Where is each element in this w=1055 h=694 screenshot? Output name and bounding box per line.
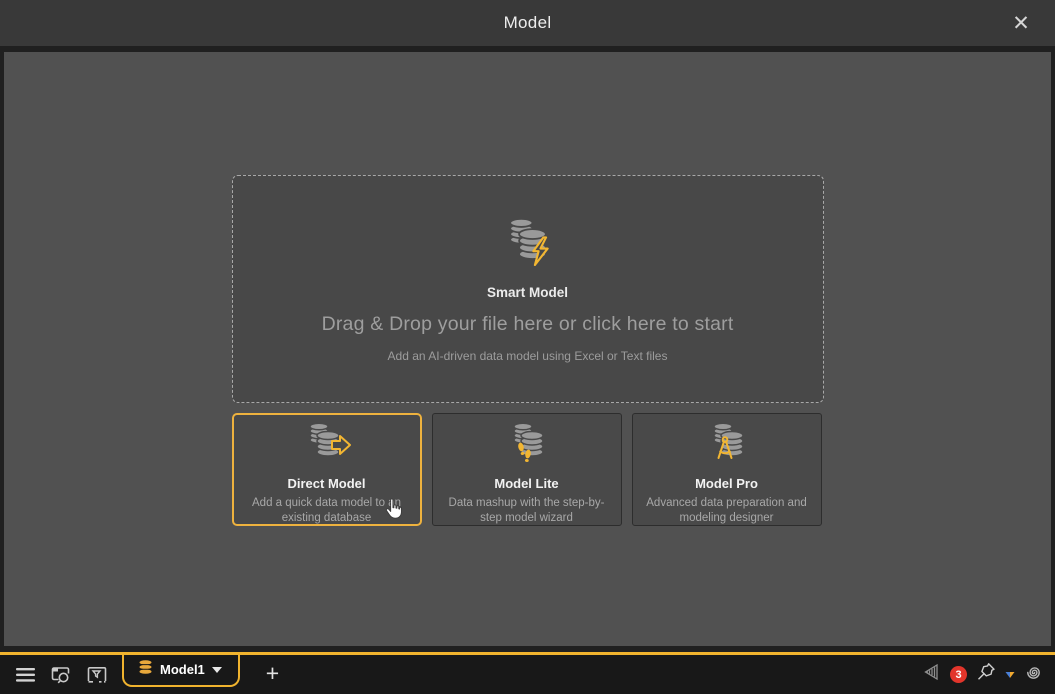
card-model-pro[interactable]: Model Pro Advanced data preparation and … bbox=[632, 413, 822, 526]
tab-model1[interactable]: Model1 bbox=[122, 655, 240, 687]
card-model-lite[interactable]: Model Lite Data mashup with the step-by-… bbox=[432, 413, 622, 526]
card-description: Add a quick data model to an existing da… bbox=[246, 496, 408, 526]
smart-model-title: Smart Model bbox=[487, 285, 568, 300]
smart-model-dropzone[interactable]: Smart Model Drag & Drop your file here o… bbox=[232, 175, 824, 403]
hatched-triangle-icon[interactable] bbox=[921, 662, 941, 687]
database-icon bbox=[138, 660, 153, 679]
notification-badge[interactable]: 3 bbox=[950, 666, 967, 683]
dialog-frame: Smart Model Drag & Drop your file here o… bbox=[0, 46, 1055, 652]
tab-label: Model1 bbox=[160, 662, 205, 677]
taskbar-right-status: 3 bbox=[921, 662, 1055, 687]
card-title: Model Lite bbox=[494, 476, 558, 491]
card-title: Model Pro bbox=[695, 476, 758, 491]
chevron-down-icon bbox=[212, 667, 222, 673]
dialog-title: Model bbox=[504, 13, 552, 33]
spiral-logo-icon[interactable] bbox=[1024, 663, 1043, 687]
smart-model-drop-text: Drag & Drop your file here or click here… bbox=[322, 313, 734, 336]
card-description: Advanced data preparation and modeling d… bbox=[646, 496, 808, 526]
card-title: Direct Model bbox=[287, 476, 365, 491]
card-direct-model[interactable]: Direct Model Add a quick data model to a… bbox=[232, 413, 422, 526]
database-compass-icon bbox=[701, 421, 753, 472]
filter-panel-icon[interactable] bbox=[80, 660, 114, 690]
taskbar-left-tools bbox=[0, 660, 114, 690]
hamburger-menu-icon[interactable] bbox=[8, 660, 42, 690]
model-type-cards: Direct Model Add a quick data model to a… bbox=[232, 413, 824, 526]
dialog-titlebar: Model ✕ bbox=[0, 0, 1055, 46]
pin-icon[interactable] bbox=[976, 662, 996, 687]
card-description: Data mashup with the step-by-step model … bbox=[446, 496, 608, 526]
dataset-search-icon[interactable] bbox=[44, 660, 78, 690]
database-lightning-icon bbox=[499, 216, 557, 275]
dropdown-caret-icon[interactable] bbox=[1005, 666, 1015, 684]
smart-model-hint: Add an AI-driven data model using Excel … bbox=[388, 349, 668, 363]
database-arrow-right-icon bbox=[301, 421, 353, 472]
close-icon[interactable]: ✕ bbox=[1001, 0, 1041, 46]
bottom-taskbar: Model1 + 3 bbox=[0, 652, 1055, 694]
add-tab-button[interactable]: + bbox=[260, 662, 285, 688]
database-footsteps-icon bbox=[501, 421, 553, 472]
dialog-content: Smart Model Drag & Drop your file here o… bbox=[4, 52, 1051, 646]
